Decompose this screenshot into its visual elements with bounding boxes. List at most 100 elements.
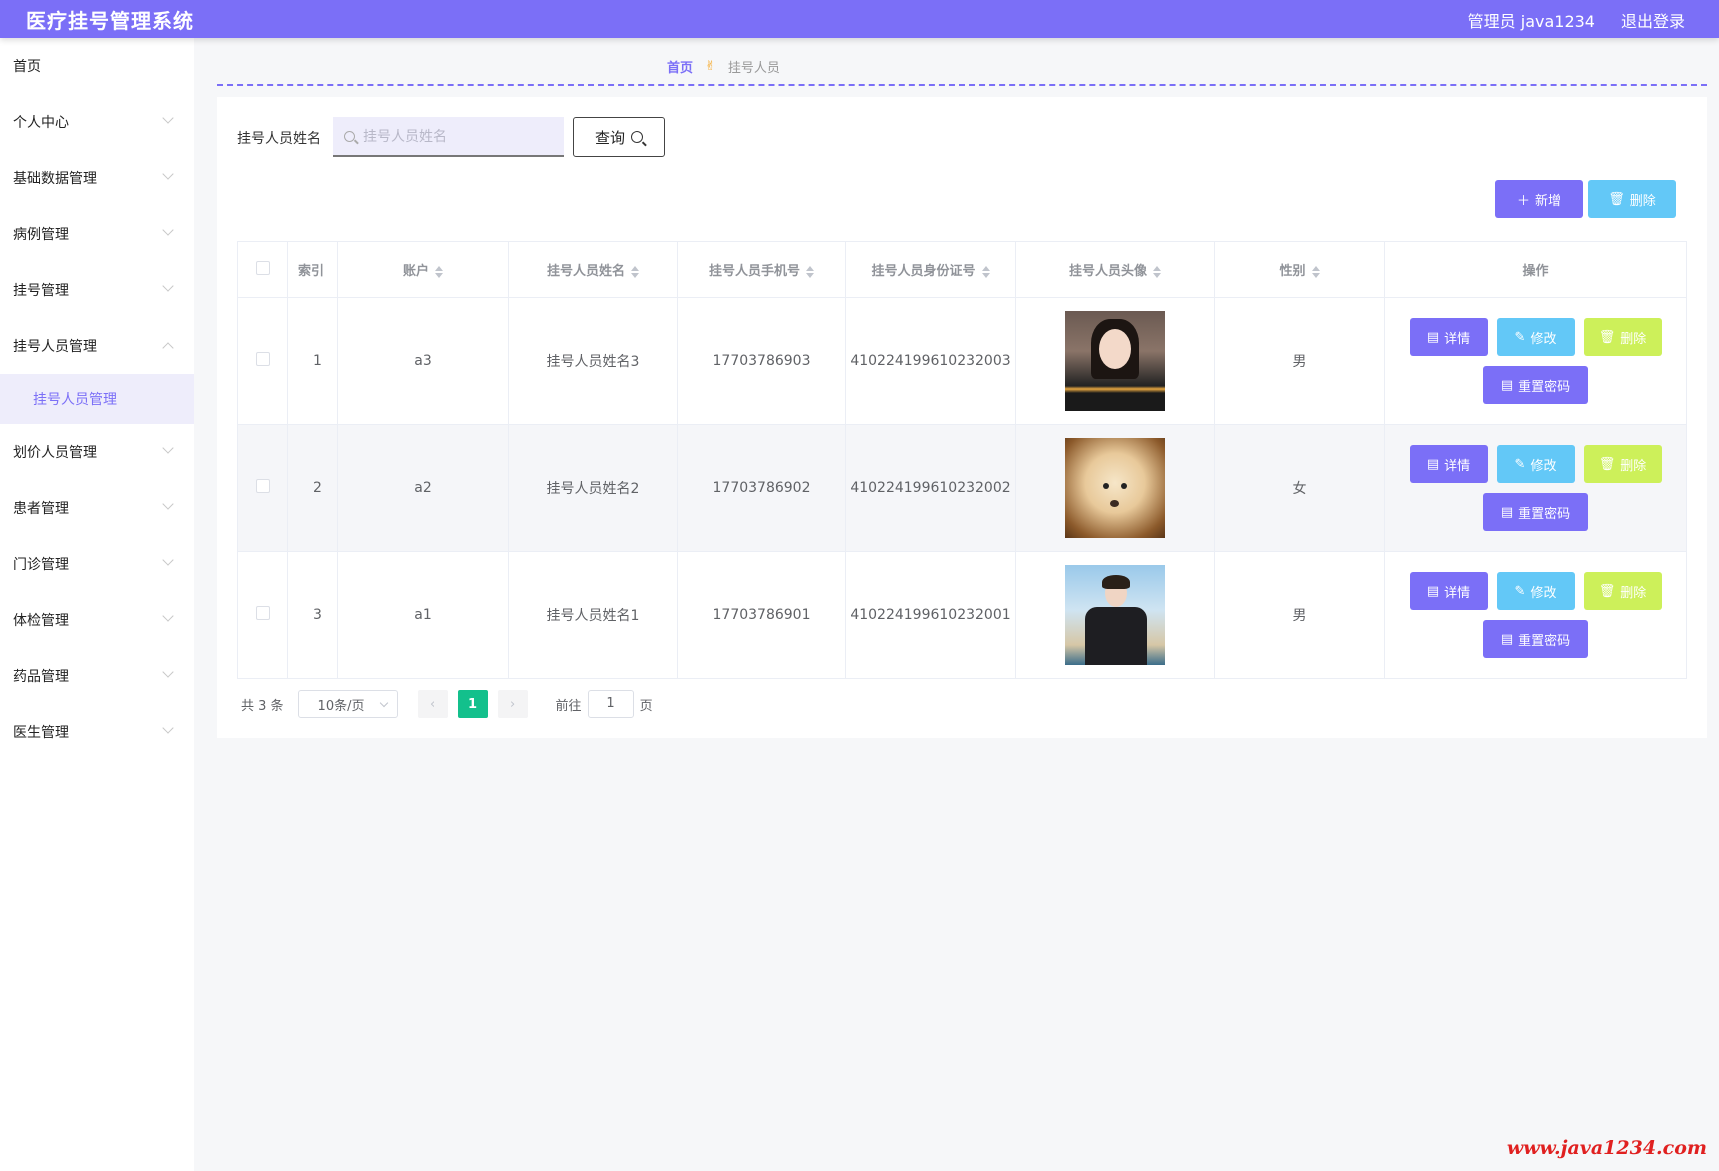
select-all-checkbox[interactable] xyxy=(255,260,270,275)
total-count: 共 3 条 xyxy=(241,698,284,714)
avatar xyxy=(1065,565,1165,665)
column-header[interactable]: 账户 xyxy=(337,241,509,298)
detail-button[interactable]: ▤ 详情 xyxy=(1409,572,1488,610)
delete-label: 删除 xyxy=(1620,585,1647,601)
sort-icon[interactable] xyxy=(806,265,814,278)
column-header[interactable]: 挂号人员头像 xyxy=(1015,241,1215,298)
sort-icon[interactable] xyxy=(435,265,443,278)
cell-phone: 17703786902 xyxy=(677,424,846,552)
sort-icon[interactable] xyxy=(631,265,639,278)
sidebar-item-personal-center[interactable]: 个人中心 xyxy=(0,94,194,150)
sort-icon[interactable] xyxy=(1311,265,1320,278)
app-title: 医疗挂号管理系统 xyxy=(26,8,194,33)
sidebar-item-patient[interactable]: 患者管理 xyxy=(0,480,194,536)
detail-button[interactable]: ▤ 详情 xyxy=(1409,318,1488,356)
sidebar-item-medicine[interactable]: 药品管理 xyxy=(0,648,194,704)
row-select-cell xyxy=(237,424,288,552)
edit-button[interactable]: ✎ 修改 xyxy=(1496,572,1575,610)
avatar xyxy=(1065,438,1165,538)
edit-button[interactable]: ✎ 修改 xyxy=(1496,445,1575,483)
sort-icon[interactable] xyxy=(1153,265,1161,278)
search-input[interactable]: 挂号人员姓名 xyxy=(333,117,564,157)
plus-icon: ＋ xyxy=(1516,193,1530,209)
sidebar-item-pricer[interactable]: 划价人员管理 xyxy=(0,424,194,480)
sidebar-item-registrar[interactable]: 挂号人员管理 xyxy=(0,318,194,374)
reset-password-button[interactable]: ▤ 重置密码 xyxy=(1483,493,1588,531)
cell-account: a3 xyxy=(337,297,509,425)
batch-delete-button[interactable]: 🗑 删除 xyxy=(1588,180,1676,218)
chevron-down-icon xyxy=(379,698,388,708)
sort-icon[interactable] xyxy=(981,265,990,278)
next-page-button[interactable]: › xyxy=(497,690,528,718)
document-icon: ▤ xyxy=(1500,631,1514,647)
cell-gender: 男 xyxy=(1214,297,1385,425)
delete-button[interactable]: 🗑 删除 xyxy=(1583,445,1662,483)
detail-button[interactable]: ▤ 详情 xyxy=(1409,445,1488,483)
cell-id-card: 410224199610232003 xyxy=(845,297,1016,425)
reset-password-label: 重置密码 xyxy=(1518,506,1571,522)
page-size-select[interactable]: 10条/页 xyxy=(297,690,398,718)
sidebar-item-checkup[interactable]: 体检管理 xyxy=(0,592,194,648)
avatar xyxy=(1065,311,1165,411)
pagination: 共 3 条 10条/页 ‹ 1 › 前往 1 页 xyxy=(241,690,653,718)
pencil-icon: ✎ xyxy=(1514,583,1526,599)
sidebar-item-label: 个人中心 xyxy=(13,115,69,131)
cell-name: 挂号人员姓名1 xyxy=(508,551,678,679)
watermark: www.java1234.com xyxy=(1506,1137,1707,1159)
delete-button[interactable]: 🗑 删除 xyxy=(1583,318,1662,356)
sidebar-item-label: 药品管理 xyxy=(13,669,69,685)
table-row: 2 a2 挂号人员姓名2 17703786902 410224199610232… xyxy=(237,424,1687,552)
row-checkbox[interactable] xyxy=(255,352,270,366)
row-select-cell xyxy=(237,297,288,425)
column-header: 操作 xyxy=(1384,241,1687,298)
sidebar-item-home[interactable]: 首页 xyxy=(0,38,194,94)
select-all-cell xyxy=(237,241,288,298)
delete-button[interactable]: 🗑 删除 xyxy=(1583,572,1662,610)
detail-label: 详情 xyxy=(1444,458,1471,474)
reset-password-label: 重置密码 xyxy=(1518,379,1571,395)
chevron-down-icon xyxy=(162,722,174,734)
edit-button[interactable]: ✎ 修改 xyxy=(1496,318,1575,356)
breadcrumb-home[interactable]: 首页 xyxy=(667,57,693,76)
cell-avatar xyxy=(1015,551,1215,679)
column-header[interactable]: 性别 xyxy=(1214,241,1385,298)
logout-link[interactable]: 退出登录 xyxy=(1621,8,1685,32)
cell-actions: ▤ 详情 ✎ 修改 🗑 删除 ▤ 重置密码 xyxy=(1384,424,1687,552)
edit-label: 修改 xyxy=(1530,331,1557,347)
column-header[interactable]: 挂号人员姓名 xyxy=(508,241,678,298)
cell-phone: 17703786901 xyxy=(677,551,846,679)
current-user: 管理员 java1234 xyxy=(1467,12,1595,31)
sidebar-item-doctor[interactable]: 医生管理 xyxy=(0,704,194,760)
table-row: 3 a1 挂号人员姓名1 17703786901 410224199610232… xyxy=(237,551,1687,679)
chevron-left-icon: ‹ xyxy=(429,696,436,712)
add-button[interactable]: ＋ 新增 xyxy=(1495,180,1583,218)
chevron-down-icon xyxy=(162,610,174,622)
row-select-cell xyxy=(237,551,288,679)
row-checkbox[interactable] xyxy=(255,606,270,620)
page-number-current[interactable]: 1 xyxy=(457,690,488,718)
sidebar-item-registration[interactable]: 挂号管理 xyxy=(0,262,194,318)
sidebar-subitem-registrar-manage[interactable]: 挂号人员管理 xyxy=(0,374,194,424)
reset-password-button[interactable]: ▤ 重置密码 xyxy=(1483,366,1588,404)
cell-account: a1 xyxy=(337,551,509,679)
breadcrumb-current: 挂号人员 xyxy=(727,61,780,76)
sidebar-item-label: 病例管理 xyxy=(13,227,69,243)
cell-gender: 女 xyxy=(1214,424,1385,552)
trash-icon: 🗑 xyxy=(1598,456,1616,472)
row-checkbox[interactable] xyxy=(255,479,270,493)
sidebar-item-outpatient[interactable]: 门诊管理 xyxy=(0,536,194,592)
chevron-down-icon xyxy=(162,224,174,236)
column-header-label: 挂号人员头像 xyxy=(1068,264,1147,279)
column-header[interactable]: 挂号人员手机号 xyxy=(677,241,846,298)
top-bar: 医疗挂号管理系统 管理员 java1234 退出登录 xyxy=(0,0,1719,38)
column-header[interactable]: 挂号人员身份证号 xyxy=(845,241,1016,298)
cell-actions: ▤ 详情 ✎ 修改 🗑 删除 ▤ 重置密码 xyxy=(1384,297,1687,425)
batch-delete-label: 删除 xyxy=(1629,193,1656,209)
chevron-down-icon xyxy=(162,112,174,124)
goto-page-input[interactable]: 1 xyxy=(587,690,634,718)
sidebar-item-case[interactable]: 病例管理 xyxy=(0,206,194,262)
sidebar-item-base-data[interactable]: 基础数据管理 xyxy=(0,150,194,206)
reset-password-button[interactable]: ▤ 重置密码 xyxy=(1483,620,1588,658)
prev-page-button[interactable]: ‹ xyxy=(417,690,448,718)
query-button[interactable]: 查询 xyxy=(573,117,665,157)
